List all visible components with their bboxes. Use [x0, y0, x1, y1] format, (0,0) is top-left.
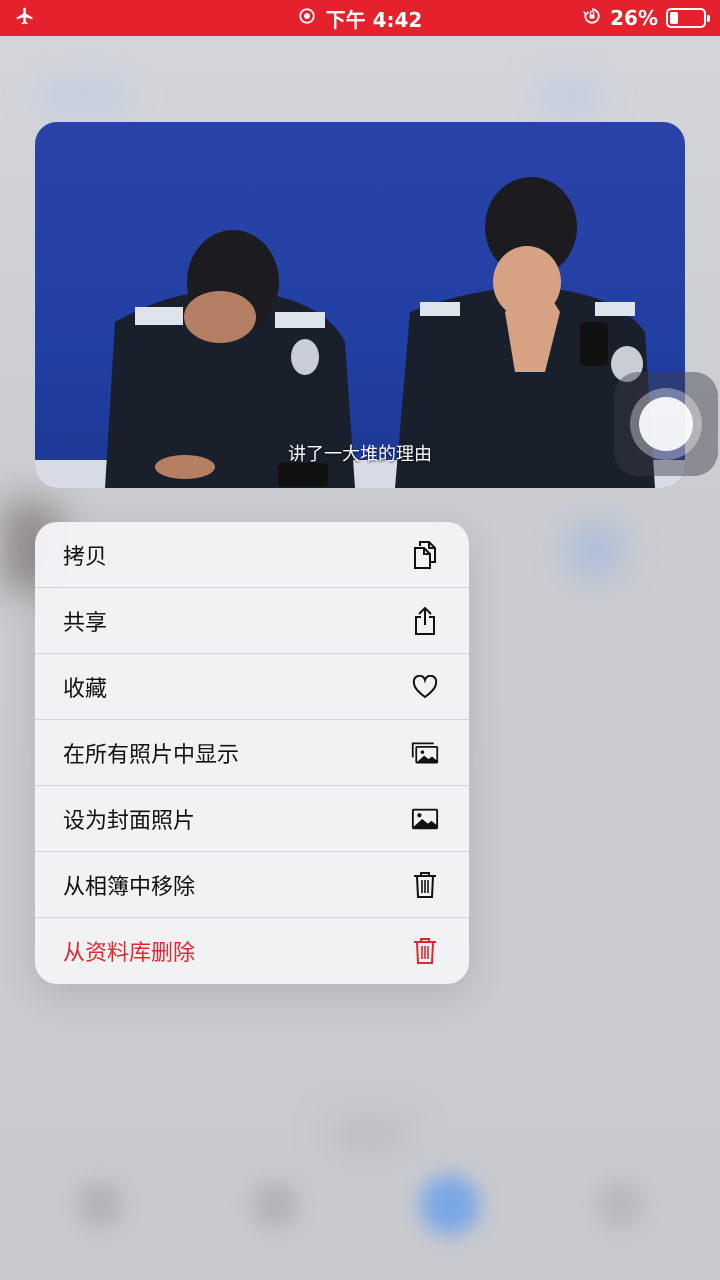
menu-item-label: 共享 — [63, 610, 108, 636]
context-menu: 拷贝 共享 收藏 在所有照片中显示 设为封面照片 从相簿中移除 从资料库删除 — [35, 522, 469, 984]
tab-hint — [250, 1180, 300, 1230]
photo-preview[interactable]: 讲了一大堆的理由 — [35, 122, 685, 488]
preview-image — [35, 177, 685, 488]
rotation-lock-icon — [582, 6, 602, 31]
menu-item-label: 拷贝 — [63, 544, 108, 570]
menu-item-label: 在所有照片中显示 — [63, 742, 240, 768]
copy-icon — [411, 540, 439, 569]
assistive-touch-button[interactable] — [614, 372, 718, 476]
tab-hint — [420, 1175, 480, 1235]
photo-icon — [411, 805, 439, 833]
trash-icon — [411, 871, 439, 899]
airplane-icon — [14, 6, 36, 31]
battery-icon — [666, 8, 710, 28]
menu-item-label: 设为封面照片 — [63, 808, 196, 834]
menu-item-show-in-all-photos[interactable]: 在所有照片中显示 — [35, 720, 469, 786]
tab-hint — [75, 1180, 125, 1230]
menu-item-set-cover-photo[interactable]: 设为封面照片 — [35, 786, 469, 852]
assistive-touch-ring — [630, 388, 702, 460]
menu-item-remove-from-album[interactable]: 从相簿中移除 — [35, 852, 469, 918]
blurred-shape — [570, 525, 620, 575]
blurred-shape — [540, 78, 600, 112]
tab-hint — [595, 1180, 645, 1230]
heart-icon — [411, 673, 439, 701]
menu-item-copy[interactable]: 拷贝 — [35, 522, 469, 588]
status-bar: 26% — [0, 0, 720, 36]
menu-item-label: 从资料库删除 — [63, 941, 196, 966]
battery-percent: 26% — [610, 6, 658, 30]
video-subtitle: 讲了一大堆的理由 — [288, 444, 432, 465]
assistive-touch-center — [639, 397, 693, 451]
menu-item-label: 收藏 — [63, 676, 108, 702]
blurred-shape — [330, 1120, 410, 1150]
photos-stack-icon — [411, 739, 439, 767]
trash-red-icon — [411, 937, 439, 965]
blurred-shape — [40, 80, 130, 110]
menu-item-favorite[interactable]: 收藏 — [35, 654, 469, 720]
menu-item-label: 从相簿中移除 — [63, 874, 196, 900]
share-icon — [411, 606, 439, 635]
menu-item-delete-from-library[interactable]: 从资料库删除 — [35, 918, 469, 984]
battery-fill — [670, 12, 678, 24]
menu-item-share[interactable]: 共享 — [35, 588, 469, 654]
